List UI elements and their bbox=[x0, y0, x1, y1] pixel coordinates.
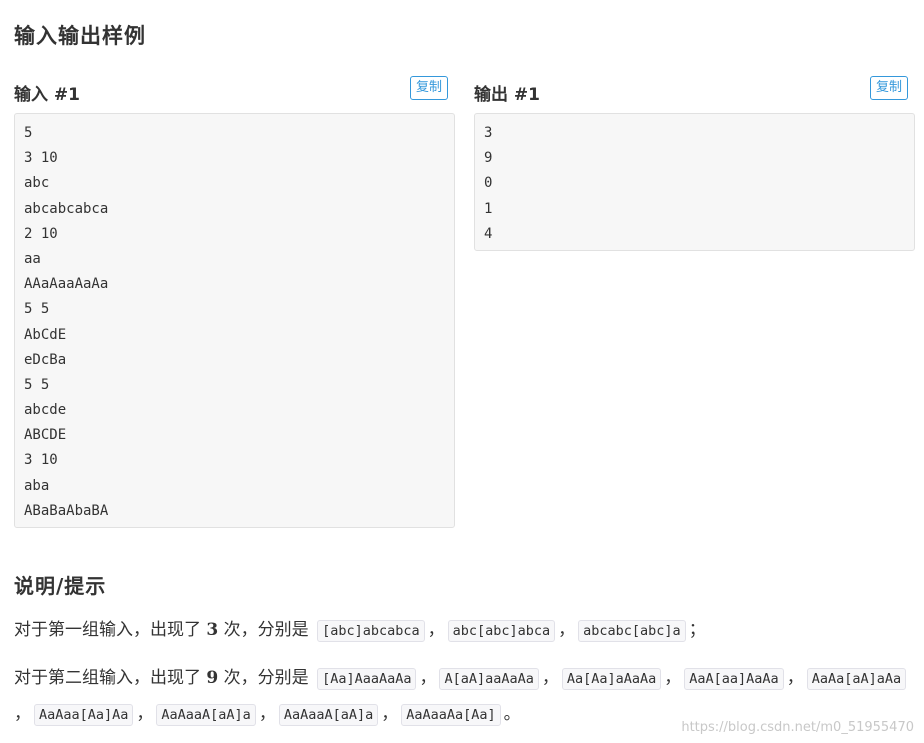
input-line: eDcBa bbox=[24, 351, 67, 368]
para1-occurrence: abcabc[abc]a bbox=[578, 620, 686, 642]
para2-separator: ， bbox=[258, 704, 276, 724]
para1-items: [abc]abcabca， abc[abc]abca， abcabc[abc]a bbox=[314, 620, 689, 642]
watermark: https://blog.csdn.net/m0_51955470 bbox=[681, 720, 914, 735]
input-line: abcabcabca bbox=[24, 200, 109, 217]
output-line: 3 bbox=[484, 125, 493, 141]
para2-mid: 次，分别是 bbox=[223, 668, 309, 688]
copy-input-button[interactable]: 复制 bbox=[410, 76, 449, 100]
para2-separator: ， bbox=[664, 668, 682, 688]
output-line: 4 bbox=[484, 225, 493, 242]
input-line: 5 bbox=[24, 125, 33, 141]
para2-occurrence: AaAaaA[aA]a bbox=[278, 704, 379, 726]
para2-separator: ， bbox=[14, 704, 31, 724]
input-line: 5 5 bbox=[24, 301, 50, 318]
input-line: abcde bbox=[24, 402, 67, 419]
para1-occurrence: abc[abc]abca bbox=[447, 620, 556, 642]
para2-occurrence: A[aA]aaAaAa bbox=[439, 668, 539, 690]
input-line: aba bbox=[24, 477, 50, 494]
output-line: 9 bbox=[484, 150, 493, 167]
para1-prefix: 对于第一组输入，出现了 bbox=[14, 620, 201, 640]
input-line: abc bbox=[24, 175, 50, 192]
para2-occurrence: AaAaa[Aa]Aa bbox=[34, 704, 134, 726]
output-line: 1 bbox=[484, 200, 493, 217]
output-sample-box[interactable]: 3 9 0 1 4 bbox=[474, 113, 915, 251]
input-line: AAaAaaAaAa bbox=[24, 276, 109, 293]
input-line: aa bbox=[24, 250, 41, 267]
para2-count: 9 bbox=[206, 668, 219, 688]
para2-separator: ， bbox=[136, 704, 154, 724]
para2-end: 。 bbox=[503, 704, 521, 724]
para2-occurrence: AaAaaAa[Aa] bbox=[401, 704, 501, 726]
para1-end: ； bbox=[688, 620, 706, 640]
copy-output-button[interactable]: 复制 bbox=[870, 76, 909, 100]
input-line: 3 10 bbox=[24, 452, 58, 469]
para1-mid: 次，分别是 bbox=[223, 620, 309, 640]
para2-occurrence: [Aa]AaaAaAa bbox=[317, 668, 417, 690]
input-line: 5 5 bbox=[24, 376, 50, 393]
hint-paragraph-1: 对于第一组输入，出现了 3 次，分别是 [abc]abcabca， abc[abc… bbox=[14, 612, 910, 648]
para2-separator: ， bbox=[786, 668, 804, 688]
para2-occurrence: AaA[aa]AaAa bbox=[684, 668, 784, 690]
para2-occurrence: AaAa[aA]aAa bbox=[806, 668, 907, 690]
para1-occurrence: [abc]abcabca bbox=[317, 620, 425, 642]
input-heading: 输入 #1 bbox=[14, 85, 80, 105]
para2-separator: ， bbox=[419, 668, 437, 688]
hint-title: 说明/提示 bbox=[14, 574, 107, 598]
para2-separator: ， bbox=[381, 704, 399, 724]
input-line: ABaBaAbaBA bbox=[24, 502, 109, 519]
para1-separator: ， bbox=[427, 620, 445, 640]
para2-separator: ， bbox=[541, 668, 559, 688]
para2-occurrence: AaAaaA[aA]a bbox=[156, 704, 256, 726]
output-line: 0 bbox=[484, 175, 493, 192]
para2-occurrence: Aa[Aa]aAaAa bbox=[561, 668, 662, 690]
para1-separator: ， bbox=[558, 620, 576, 640]
para2-prefix: 对于第二组输入，出现了 bbox=[14, 668, 201, 688]
input-line: AbCdE bbox=[24, 326, 67, 343]
input-sample-box[interactable]: 5 3 10 abc abcabcabca 2 10 aa AAaAaaAaAa 5 5 AbC… bbox=[14, 113, 455, 528]
input-line: 3 10 bbox=[24, 150, 58, 167]
output-heading: 输出 #1 bbox=[474, 85, 540, 105]
para1-count: 3 bbox=[206, 620, 219, 640]
input-line: 2 10 bbox=[24, 225, 58, 242]
input-line: ABCDE bbox=[24, 427, 67, 444]
section-title: 输入输出样例 bbox=[14, 24, 146, 48]
